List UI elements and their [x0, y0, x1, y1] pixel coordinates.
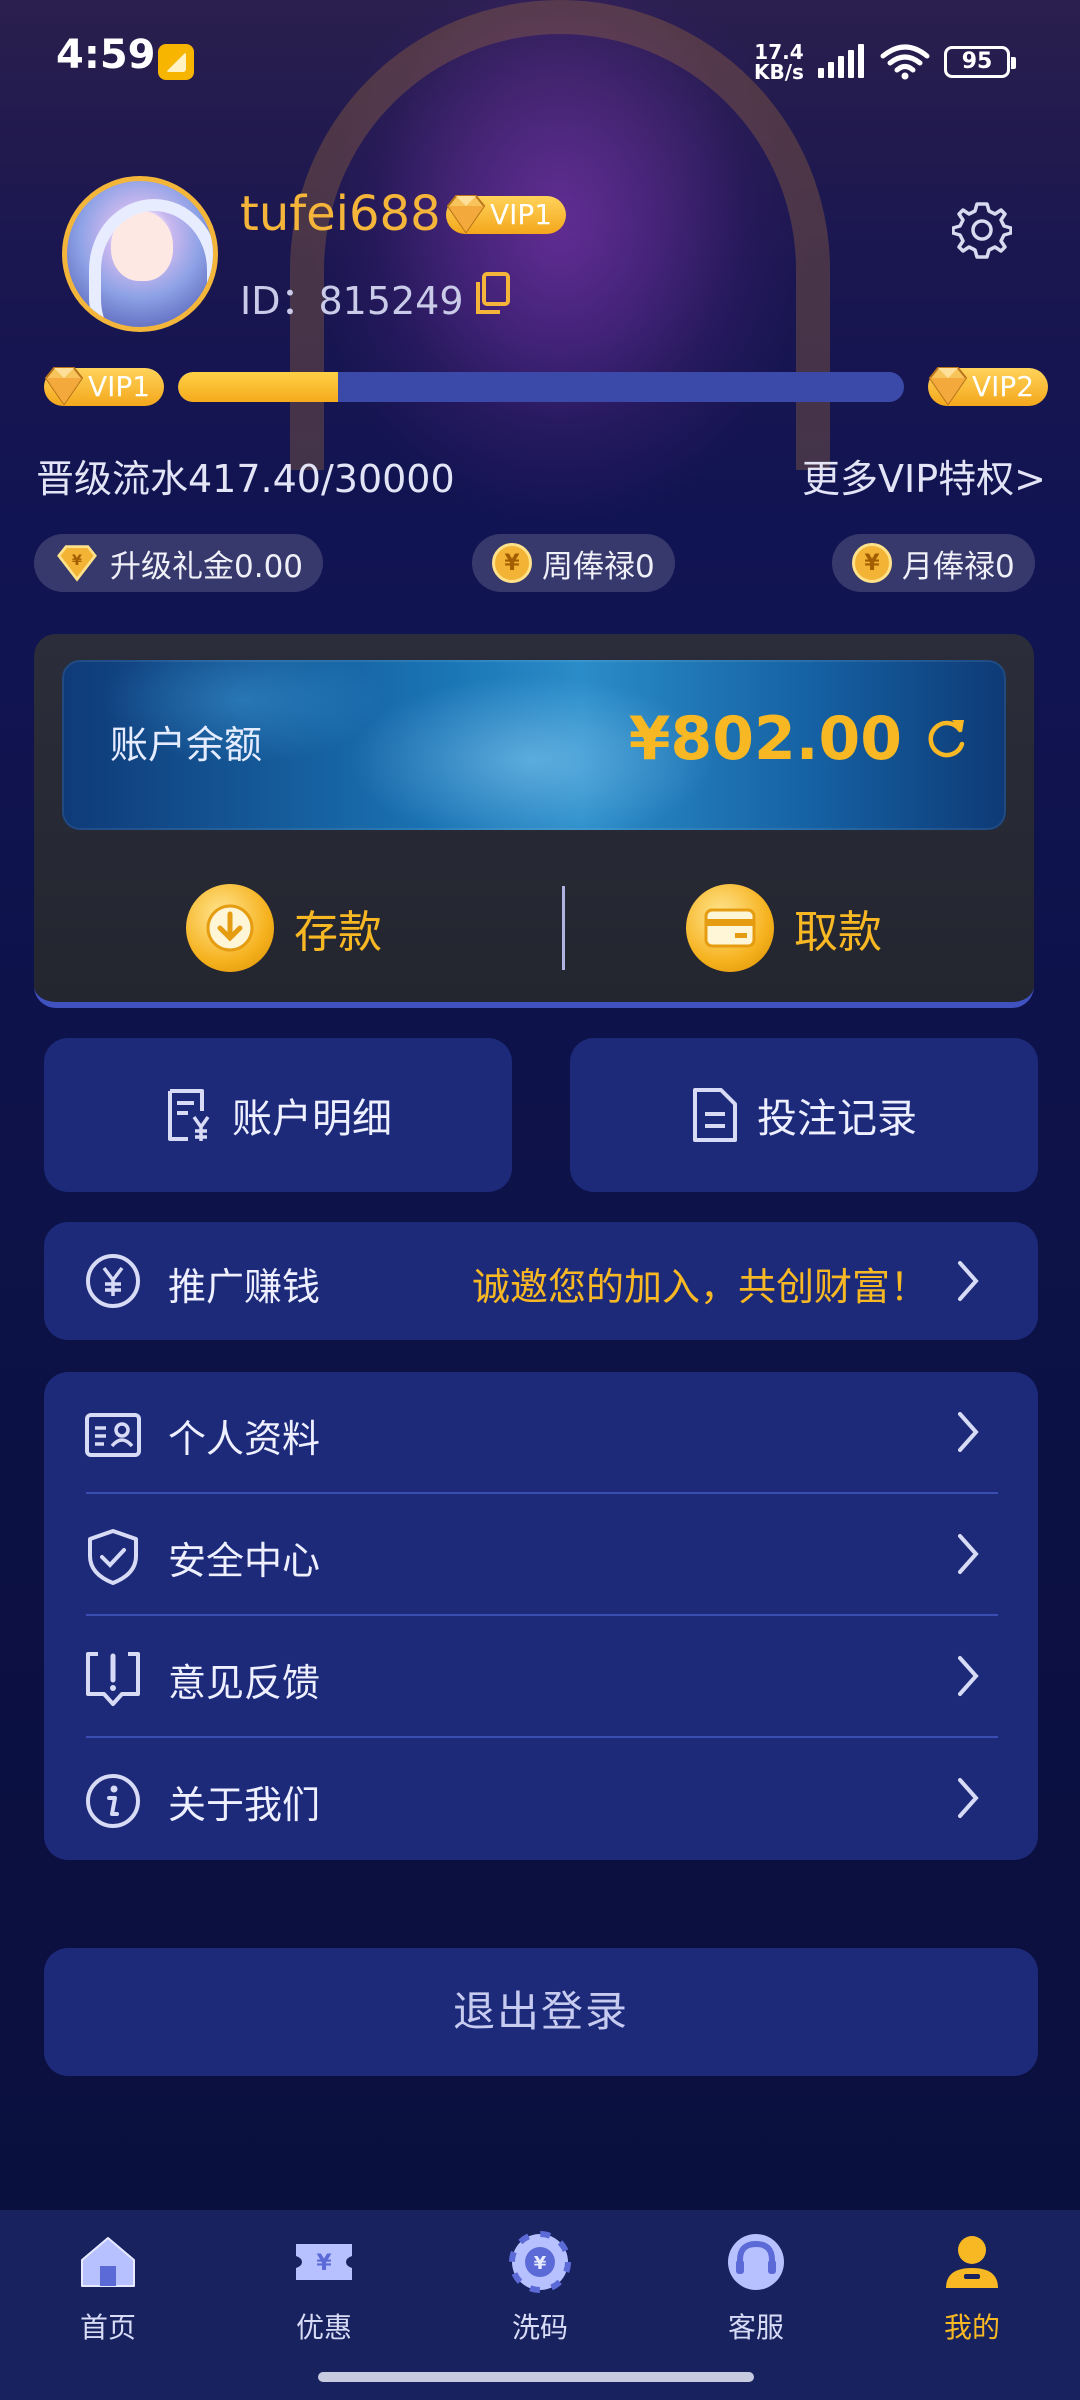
diamond-icon	[928, 367, 968, 406]
upgrade-bonus-chip[interactable]: ¥ 升级礼金0.00	[34, 534, 324, 592]
weekly-salary-chip[interactable]: ¥ 周俸禄0	[472, 534, 675, 592]
wallet-divider	[562, 886, 565, 970]
yen-coin-icon: ¥	[852, 543, 892, 583]
svg-text:¥: ¥	[72, 553, 82, 569]
bet-records-button[interactable]: 投注记录	[570, 1038, 1038, 1192]
chevron-right-icon	[958, 1778, 979, 1818]
svg-text:¥: ¥	[534, 2253, 547, 2274]
document-icon	[693, 1088, 737, 1142]
diamond-coin-icon: ¥	[57, 545, 97, 582]
user-icon	[946, 2236, 998, 2288]
nav-rebate[interactable]: ¥ 洗码	[460, 2230, 620, 2350]
logout-button[interactable]: 退出登录	[44, 1948, 1038, 2076]
chevron-right-icon	[958, 1534, 979, 1574]
menu-item-feedback[interactable]: 意见反馈	[44, 1616, 1038, 1738]
yen-circle-icon	[86, 1254, 140, 1308]
promote-tagline: 诚邀您的加入，共创财富！	[471, 1265, 928, 1309]
battery-icon: 95	[944, 46, 1016, 78]
user-id: ID：815249	[240, 279, 464, 323]
feedback-icon	[86, 1652, 140, 1706]
deposit-icon	[186, 884, 274, 972]
balance-value: ¥802.00	[628, 704, 902, 774]
withdraw-card-icon	[686, 884, 774, 972]
menu-item-about[interactable]: 关于我们	[44, 1738, 1038, 1860]
settings-menu: 个人资料 安全中心 意见反馈 关于我们	[44, 1372, 1038, 1860]
current-vip-badge: VIP1	[44, 367, 165, 406]
home-indicator[interactable]	[318, 2372, 754, 2382]
cell-signal-icon	[818, 44, 864, 78]
id-card-icon	[85, 1413, 141, 1457]
vip-progress-fill	[178, 372, 338, 402]
account-details-button[interactable]: 账户明细	[44, 1038, 512, 1192]
ticket-icon: ¥	[296, 2244, 352, 2280]
balance-label: 账户余额	[110, 723, 263, 767]
chip-icon: ¥	[509, 2231, 571, 2293]
headset-icon	[728, 2234, 784, 2290]
nav-customer-service[interactable]: 客服	[676, 2230, 836, 2350]
diamond-icon	[44, 367, 84, 406]
chevron-right-icon	[958, 1261, 979, 1301]
yen-coin-icon: ¥	[492, 543, 532, 583]
more-vip-privileges-link[interactable]: 更多VIP特权>	[802, 448, 1046, 503]
promote-earn-row[interactable]: 推广赚钱 诚邀您的加入，共创财富！	[44, 1222, 1038, 1340]
next-vip-badge: VIP2	[928, 367, 1049, 406]
account-details-icon	[168, 1089, 210, 1141]
menu-item-profile[interactable]: 个人资料	[44, 1372, 1038, 1494]
status-time: 4:59	[56, 32, 156, 78]
vip-progress-bar	[178, 372, 904, 402]
chevron-right-icon	[958, 1656, 979, 1696]
chevron-right-icon	[958, 1412, 979, 1452]
username: tufei688	[240, 186, 441, 242]
notification-app-icon	[158, 44, 194, 80]
info-icon	[86, 1774, 140, 1828]
promote-label: 推广赚钱	[168, 1265, 321, 1309]
home-icon	[81, 2237, 135, 2287]
wifi-icon	[880, 44, 930, 80]
upgrade-turnover-text: 晋级流水417.40/30000	[36, 457, 455, 501]
status-bar: 4:59 17.4 KB/s 95	[0, 0, 1080, 120]
network-speed: 17.4 KB/s	[754, 40, 804, 84]
nav-home[interactable]: 首页	[28, 2230, 188, 2350]
shield-icon	[88, 1529, 138, 1585]
diamond-icon	[446, 195, 486, 234]
nav-mine[interactable]: 我的	[892, 2230, 1052, 2350]
settings-gear-icon[interactable]	[952, 200, 1012, 260]
svg-text:¥: ¥	[316, 2251, 332, 2276]
monthly-salary-chip[interactable]: ¥ 月俸禄0	[832, 534, 1035, 592]
copy-icon[interactable]	[472, 272, 510, 316]
withdraw-button[interactable]: 取款	[686, 884, 882, 972]
deposit-button[interactable]: 存款	[186, 884, 382, 972]
balance-panel: 账户余额 ¥802.00	[62, 660, 1006, 830]
avatar[interactable]	[62, 176, 218, 332]
menu-item-security[interactable]: 安全中心	[44, 1494, 1038, 1616]
vip-badge: VIP1	[446, 195, 567, 234]
refresh-icon[interactable]	[922, 714, 970, 762]
nav-promotions[interactable]: ¥ 优惠	[244, 2230, 404, 2350]
wallet-card: 账户余额 ¥802.00 存款 取款	[34, 634, 1034, 1008]
